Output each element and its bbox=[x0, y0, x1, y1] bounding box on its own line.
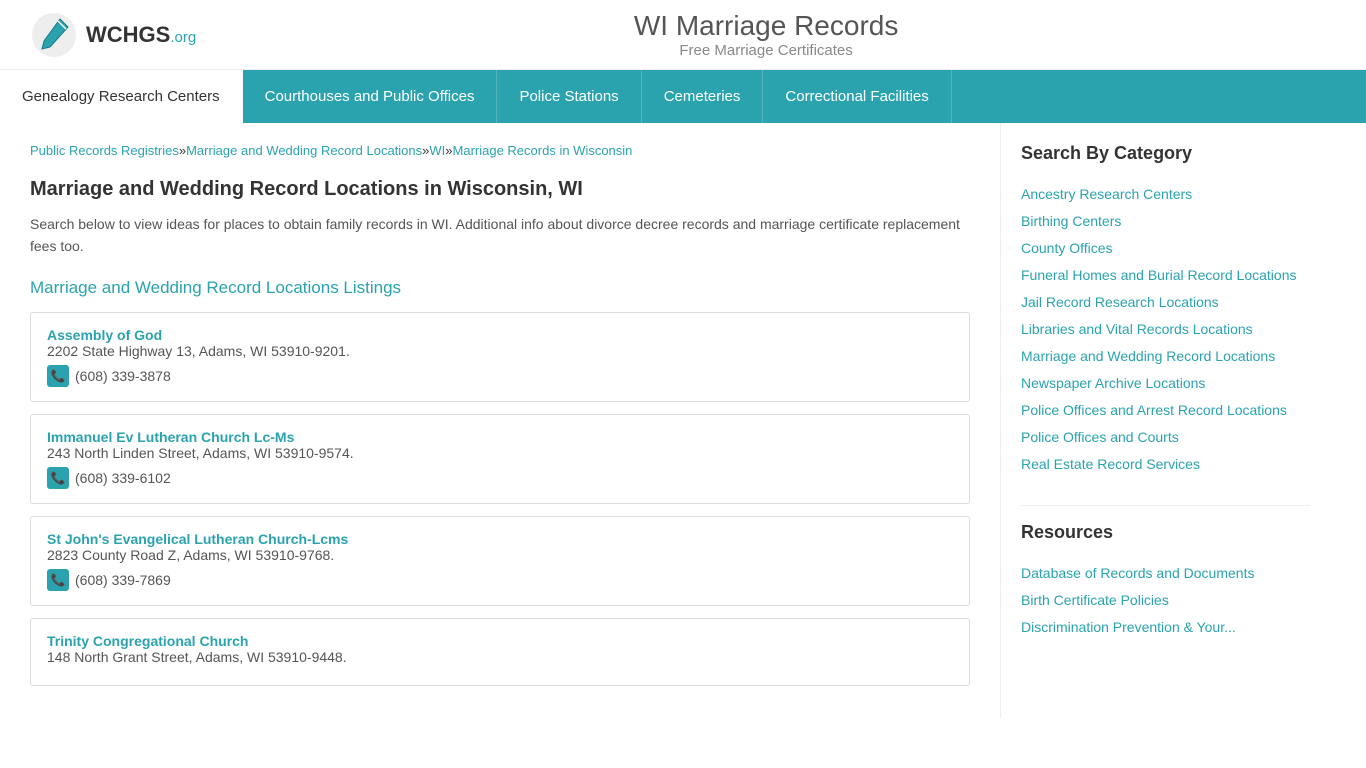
listing-phone-number-2: (608) 339-6102 bbox=[75, 470, 171, 486]
listing-address-4: 148 North Grant Street, Adams, WI 53910-… bbox=[47, 649, 953, 665]
listing-phone-1: 📞 (608) 339-3878 bbox=[47, 365, 953, 387]
listing-card-1: Assembly of God 2202 State Highway 13, A… bbox=[30, 312, 970, 402]
sidebar-resource-discrimination[interactable]: Discrimination Prevention & Your... bbox=[1021, 617, 1310, 638]
phone-icon-2: 📞 bbox=[47, 467, 69, 489]
logo-icon bbox=[30, 11, 78, 59]
breadcrumb: Public Records Registries»Marriage and W… bbox=[30, 143, 970, 158]
sidebar-link-item: Marriage and Wedding Record Locations bbox=[1021, 346, 1310, 367]
sidebar-link-item: Real Estate Record Services bbox=[1021, 454, 1310, 475]
site-subtitle: Free Marriage Certificates bbox=[196, 42, 1336, 59]
page-description: Search below to view ideas for places to… bbox=[30, 213, 970, 258]
listing-address-3: 2823 County Road Z, Adams, WI 53910-9768… bbox=[47, 547, 953, 563]
logo-area: WCHGS.org bbox=[30, 11, 196, 59]
breadcrumb-link-4[interactable]: Marriage Records in Wisconsin bbox=[453, 143, 633, 158]
sidebar-link-item: Ancestry Research Centers bbox=[1021, 184, 1310, 205]
logo-text: WCHGS.org bbox=[86, 22, 196, 48]
sidebar-link-police-courts[interactable]: Police Offices and Courts bbox=[1021, 427, 1310, 448]
nav-item-police[interactable]: Police Stations bbox=[497, 70, 641, 123]
site-title: WI Marriage Records bbox=[196, 10, 1336, 42]
breadcrumb-link-3[interactable]: WI bbox=[429, 143, 445, 158]
sidebar-link-item: Birthing Centers bbox=[1021, 211, 1310, 232]
sidebar-link-ancestry[interactable]: Ancestry Research Centers bbox=[1021, 184, 1310, 205]
nav-item-cemeteries[interactable]: Cemeteries bbox=[642, 70, 764, 123]
content-area: Public Records Registries»Marriage and W… bbox=[0, 123, 1000, 718]
sidebar-resource-item: Birth Certificate Policies bbox=[1021, 590, 1310, 611]
listing-address-2: 243 North Linden Street, Adams, WI 53910… bbox=[47, 445, 953, 461]
listing-name-2[interactable]: Immanuel Ev Lutheran Church Lc-Ms bbox=[47, 429, 294, 445]
listing-card-4: Trinity Congregational Church 148 North … bbox=[30, 618, 970, 686]
phone-icon-3: 📞 bbox=[47, 569, 69, 591]
sidebar-resource-item: Discrimination Prevention & Your... bbox=[1021, 617, 1310, 638]
sidebar-link-item: Jail Record Research Locations bbox=[1021, 292, 1310, 313]
main-nav: Genealogy Research Centers Courthouses a… bbox=[0, 70, 1366, 123]
sidebar-resource-item: Database of Records and Documents bbox=[1021, 563, 1310, 584]
sidebar-link-item: Funeral Homes and Burial Record Location… bbox=[1021, 265, 1310, 286]
listing-phone-2: 📞 (608) 339-6102 bbox=[47, 467, 953, 489]
listing-name-4[interactable]: Trinity Congregational Church bbox=[47, 633, 248, 649]
nav-item-correctional[interactable]: Correctional Facilities bbox=[763, 70, 951, 123]
nav-item-courthouses[interactable]: Courthouses and Public Offices bbox=[243, 70, 498, 123]
listings-title: Marriage and Wedding Record Locations Li… bbox=[30, 278, 970, 298]
listing-card-2: Immanuel Ev Lutheran Church Lc-Ms 243 No… bbox=[30, 414, 970, 504]
sidebar-link-county[interactable]: County Offices bbox=[1021, 238, 1310, 259]
sidebar-link-real-estate[interactable]: Real Estate Record Services bbox=[1021, 454, 1310, 475]
sidebar: Search By Category Ancestry Research Cen… bbox=[1000, 123, 1330, 718]
sidebar-link-item: Libraries and Vital Records Locations bbox=[1021, 319, 1310, 340]
listing-address-1: 2202 State Highway 13, Adams, WI 53910-9… bbox=[47, 343, 953, 359]
sidebar-link-funeral[interactable]: Funeral Homes and Burial Record Location… bbox=[1021, 265, 1310, 286]
phone-icon-1: 📞 bbox=[47, 365, 69, 387]
sidebar-category-links: Ancestry Research Centers Birthing Cente… bbox=[1021, 184, 1310, 475]
sidebar-resource-birth[interactable]: Birth Certificate Policies bbox=[1021, 590, 1310, 611]
sidebar-link-item: Police Offices and Arrest Record Locatio… bbox=[1021, 400, 1310, 421]
site-title-area: WI Marriage Records Free Marriage Certif… bbox=[196, 10, 1336, 59]
listing-name-1[interactable]: Assembly of God bbox=[47, 327, 162, 343]
sidebar-link-birthing[interactable]: Birthing Centers bbox=[1021, 211, 1310, 232]
sidebar-link-item: Newspaper Archive Locations bbox=[1021, 373, 1310, 394]
breadcrumb-link-1[interactable]: Public Records Registries bbox=[30, 143, 179, 158]
sidebar-divider bbox=[1021, 505, 1310, 506]
nav-item-genealogy[interactable]: Genealogy Research Centers bbox=[0, 70, 243, 123]
sidebar-link-item: Police Offices and Courts bbox=[1021, 427, 1310, 448]
sidebar-resources-links: Database of Records and Documents Birth … bbox=[1021, 563, 1310, 638]
sidebar-link-marriage[interactable]: Marriage and Wedding Record Locations bbox=[1021, 346, 1310, 367]
page-title: Marriage and Wedding Record Locations in… bbox=[30, 178, 970, 201]
sidebar-link-police-arrest[interactable]: Police Offices and Arrest Record Locatio… bbox=[1021, 400, 1310, 421]
sidebar-link-jail[interactable]: Jail Record Research Locations bbox=[1021, 292, 1310, 313]
sidebar-resource-database[interactable]: Database of Records and Documents bbox=[1021, 563, 1310, 584]
listing-phone-3: 📞 (608) 339-7869 bbox=[47, 569, 953, 591]
sidebar-resources-title: Resources bbox=[1021, 522, 1310, 549]
site-header: WCHGS.org WI Marriage Records Free Marri… bbox=[0, 0, 1366, 70]
main-layout: Public Records Registries»Marriage and W… bbox=[0, 123, 1366, 718]
listing-name-3[interactable]: St John's Evangelical Lutheran Church-Lc… bbox=[47, 531, 348, 547]
sidebar-category-title: Search By Category bbox=[1021, 143, 1310, 170]
sidebar-link-libraries[interactable]: Libraries and Vital Records Locations bbox=[1021, 319, 1310, 340]
breadcrumb-link-2[interactable]: Marriage and Wedding Record Locations bbox=[186, 143, 422, 158]
sidebar-link-item: County Offices bbox=[1021, 238, 1310, 259]
listing-phone-number-3: (608) 339-7869 bbox=[75, 572, 171, 588]
sidebar-link-newspaper[interactable]: Newspaper Archive Locations bbox=[1021, 373, 1310, 394]
listing-card-3: St John's Evangelical Lutheran Church-Lc… bbox=[30, 516, 970, 606]
listing-phone-number-1: (608) 339-3878 bbox=[75, 368, 171, 384]
